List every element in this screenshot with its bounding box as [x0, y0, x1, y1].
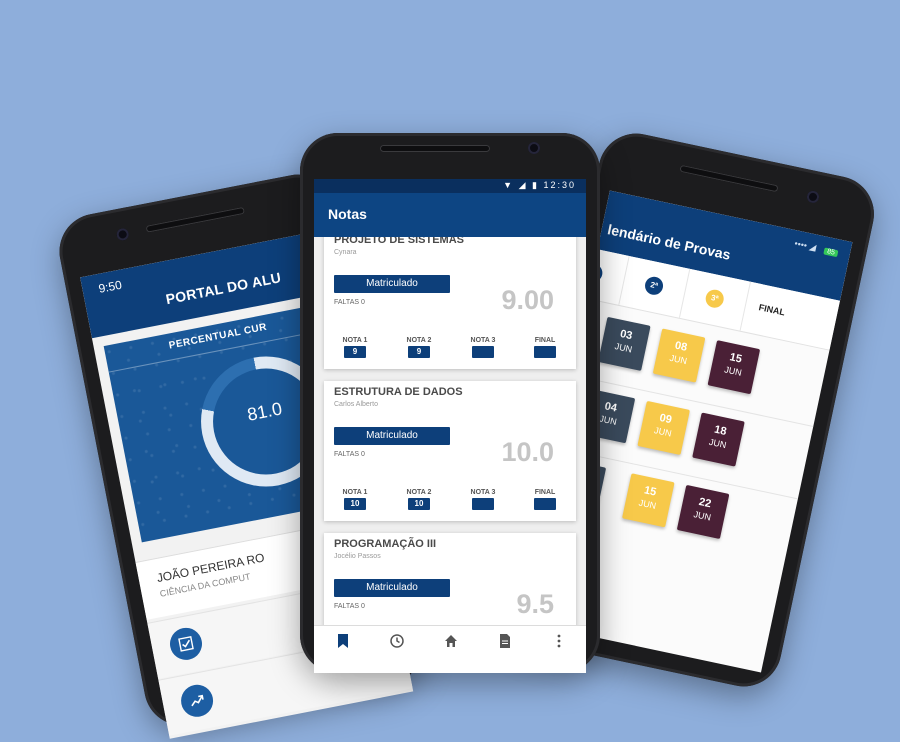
course-list: PROJETO DE SISTEMAS Cynara Matriculado F… — [314, 237, 586, 629]
course-professor: Carlos Alberto — [334, 401, 378, 408]
exam-date-card[interactable]: 15 JUN — [622, 473, 675, 528]
speaker-grille — [145, 206, 246, 233]
page-title: Notas — [328, 206, 367, 222]
course-title: PROGRAMAÇÃO III — [334, 538, 437, 550]
document-icon[interactable] — [490, 634, 520, 658]
more-icon[interactable] — [544, 634, 574, 658]
left-app-title: PORTAL DO ALU — [164, 269, 283, 308]
course-card[interactable]: PROGRAMAÇÃO III Jocélio Passos Matricula… — [324, 533, 576, 629]
clock-icon[interactable] — [382, 634, 412, 658]
enrollment-status: Matriculado — [334, 275, 450, 293]
bottom-navigation — [314, 625, 586, 673]
exam-date-card[interactable]: 15 JUN — [707, 340, 761, 395]
course-professor: Cynara — [334, 249, 357, 256]
course-title: ESTRUTURA DE DADOS — [334, 386, 463, 398]
course-grade: 10.0 — [501, 437, 554, 467]
grade-box: 10 — [344, 498, 366, 510]
grade-row: NOTA 1 10 NOTA 2 10 NOTA 3 FINAL — [342, 489, 556, 510]
exam-badge: 3ª — [704, 288, 726, 310]
exam-date-card[interactable]: 18 JUN — [692, 412, 745, 467]
front-camera — [805, 189, 821, 205]
exam-date-card[interactable]: 22 JUN — [676, 484, 730, 540]
status-bar: ▼ ◢ ▮ 12:30 — [314, 179, 586, 193]
exam-date-card[interactable]: 09 JUN — [637, 400, 690, 455]
grade-box — [534, 498, 556, 510]
absences: FALTAS 0 — [334, 451, 365, 458]
exam-date-card[interactable]: 03 JUN — [598, 316, 651, 371]
front-camera — [528, 142, 540, 154]
grade-box — [472, 346, 494, 358]
course-card[interactable]: ESTRUTURA DE DADOS Carlos Alberto Matric… — [324, 381, 576, 521]
grade-box — [534, 346, 556, 358]
speaker-grille — [679, 164, 779, 193]
course-card[interactable]: PROJETO DE SISTEMAS Cynara Matriculado F… — [324, 237, 576, 369]
enrollment-status: Matriculado — [334, 579, 450, 597]
exam-badge: 2ª — [643, 275, 665, 297]
absences: FALTAS 0 — [334, 299, 365, 306]
front-camera — [115, 227, 130, 242]
speaker-grille — [380, 145, 490, 152]
course-grade: 9.00 — [501, 285, 554, 315]
course-grade: 9.5 — [516, 589, 554, 619]
home-icon[interactable] — [436, 634, 466, 658]
grade-row: NOTA 19 NOTA 29 NOTA 3 FINAL — [342, 337, 556, 358]
grade-box: 10 — [408, 498, 430, 510]
center-screen: ▼ ◢ ▮ 12:30 Notas PROJETO DE SISTEMAS Cy… — [314, 179, 586, 673]
status-time: 12:30 — [543, 180, 576, 190]
center-phone: ▼ ◢ ▮ 12:30 Notas PROJETO DE SISTEMAS Cy… — [300, 133, 600, 673]
grade-box: 9 — [344, 346, 366, 358]
battery-icon: 85 — [823, 247, 839, 258]
course-title: PROJETO DE SISTEMAS — [334, 237, 464, 246]
absences: FALTAS 0 — [334, 603, 365, 610]
exam-date-card[interactable]: 08 JUN — [652, 328, 706, 383]
app-bar: Notas — [314, 193, 586, 237]
left-status-time: 9:50 — [97, 277, 123, 296]
final-tab-label: FINAL — [757, 302, 786, 318]
right-status-bar: •••• ◢ 85 — [793, 238, 839, 258]
grade-box — [472, 498, 494, 510]
bookmark-icon[interactable] — [328, 634, 358, 658]
course-professor: Jocélio Passos — [334, 553, 381, 560]
grade-box: 9 — [408, 346, 430, 358]
enrollment-status: Matriculado — [334, 427, 450, 445]
